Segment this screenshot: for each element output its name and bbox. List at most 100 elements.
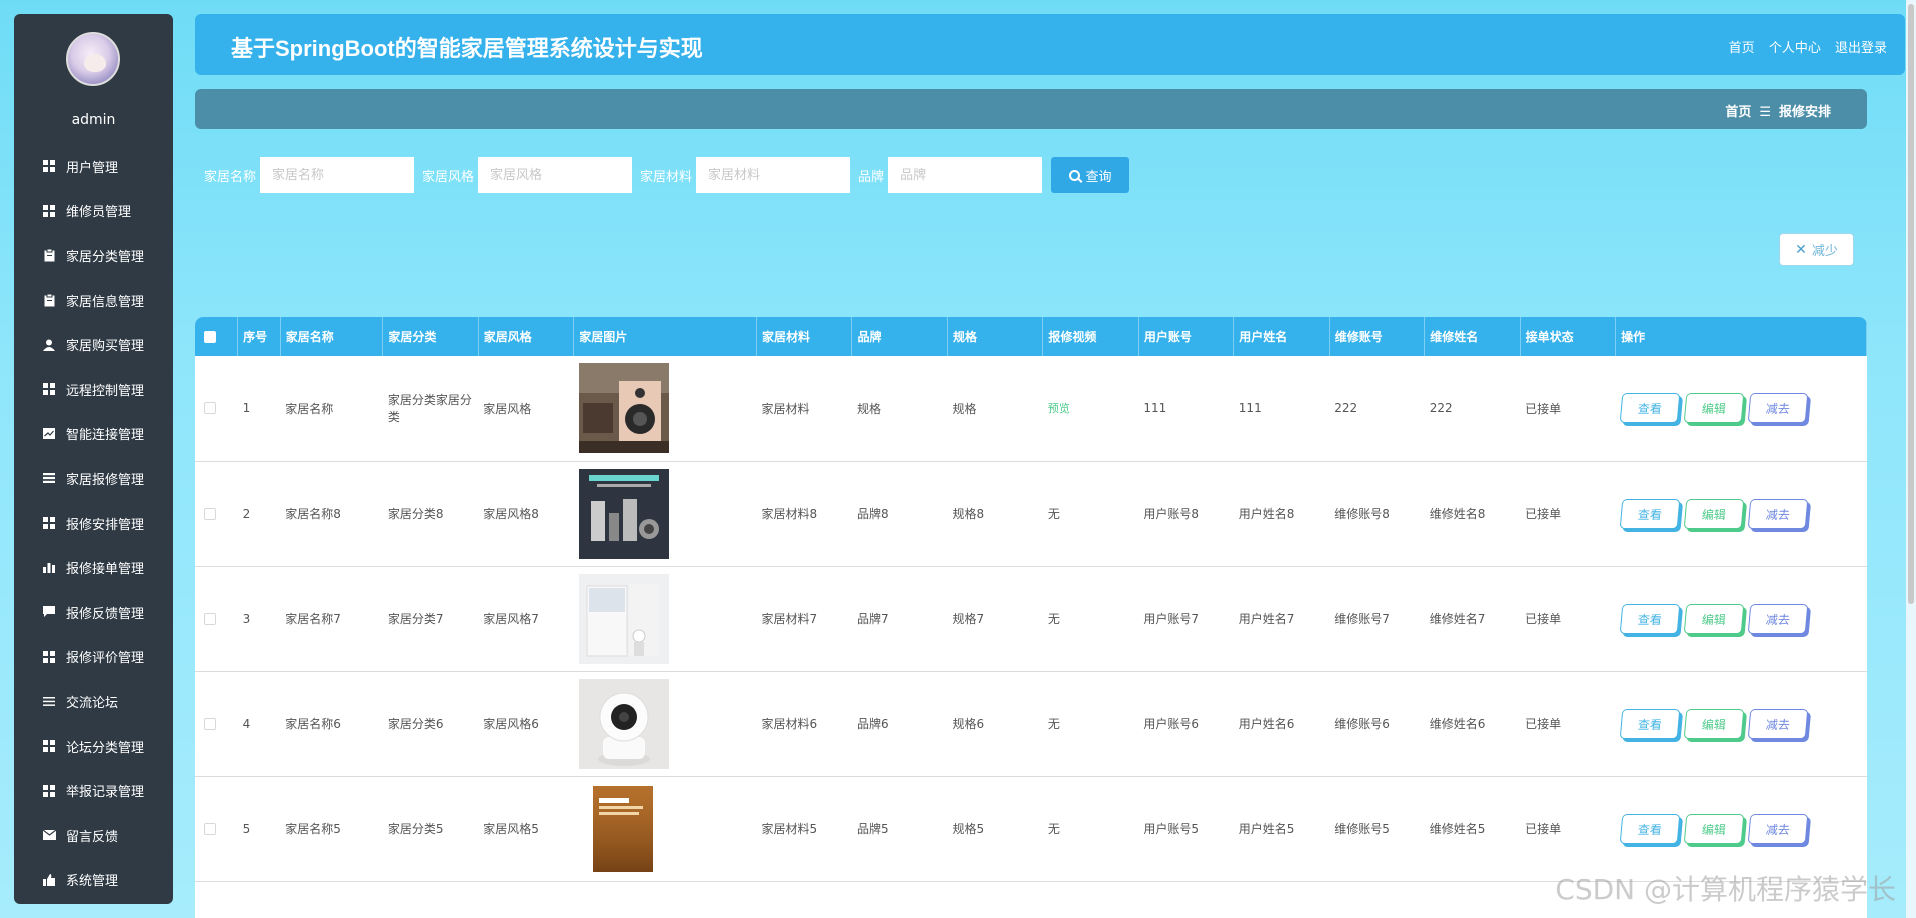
cell-user-name: 用户姓名6: [1238, 717, 1295, 731]
cell-repair-name: 222: [1429, 401, 1453, 416]
view-button[interactable]: 查看: [1619, 813, 1680, 844]
sidebar-item[interactable]: 用户管理: [14, 144, 173, 189]
sidebar-menu: 用户管理 维修员管理家居分类管理 家居信息管理家居购买管理 远程控制管理 智能连接管理家…: [14, 144, 173, 902]
sidebar-item[interactable]: 论坛分类管理: [14, 724, 173, 769]
watermark: CSDN @计算机程序猿学长: [1555, 873, 1896, 906]
delete-button[interactable]: 减去: [1747, 813, 1808, 844]
cell-material: 家居材料: [761, 401, 810, 416]
view-button[interactable]: 查看: [1619, 603, 1680, 634]
sidebar-item[interactable]: 远程控制管理: [14, 367, 173, 412]
sidebar-item[interactable]: 报修接单管理: [14, 545, 173, 590]
sidebar-item[interactable]: 举报记录管理: [14, 768, 173, 813]
close-icon: ✕: [1795, 241, 1807, 258]
cell-material: 家居材料6: [761, 717, 818, 731]
delete-button[interactable]: 减去: [1747, 393, 1808, 424]
search-input-name[interactable]: [260, 157, 415, 193]
cell-no: 1: [242, 401, 251, 416]
cell-video: 无: [1043, 461, 1138, 566]
home-link[interactable]: 首页: [1729, 41, 1755, 56]
item-image[interactable]: [578, 468, 757, 559]
cell-spec: 规格: [952, 401, 977, 416]
row-checkbox[interactable]: [204, 402, 216, 415]
table-row: 1 家居名称 家居分类家居分类 家居风格 家居材料 规格 规格 预览 111 111 222 222 已…: [195, 356, 1867, 461]
sidebar-item[interactable]: 报修安排管理: [14, 501, 173, 546]
sidebar-item-label: 家居分类管理: [66, 249, 145, 265]
edit-button[interactable]: 编辑: [1683, 393, 1744, 424]
avatar[interactable]: [66, 32, 120, 86]
cell-repair-account: 维修账号5: [1334, 822, 1390, 836]
item-image[interactable]: [578, 678, 757, 769]
sidebar-item[interactable]: 维修员管理: [14, 189, 173, 234]
cell-style: 家居风格: [483, 401, 532, 416]
bar-chart-icon: [42, 561, 56, 575]
cell-spec: 规格5: [952, 822, 985, 836]
video-value: 无: [1047, 507, 1060, 521]
edit-button[interactable]: 编辑: [1683, 708, 1744, 739]
cell-material: 家居材料5: [761, 822, 818, 836]
cell-brand: 品牌6: [856, 717, 889, 731]
grid-icon: [42, 784, 56, 798]
search-input-brand[interactable]: [888, 157, 1043, 193]
search-label-brand: 品牌: [858, 169, 885, 185]
scrollbar-thumb[interactable]: [1908, 4, 1914, 604]
cell-status: 已接单: [1525, 717, 1562, 731]
row-checkbox[interactable]: [204, 507, 216, 520]
edit-button[interactable]: 编辑: [1683, 498, 1744, 529]
reduce-button[interactable]: ✕ 减少: [1779, 233, 1854, 266]
video-preview-link[interactable]: 预览: [1048, 402, 1070, 415]
item-image-cell: [574, 356, 757, 461]
message-icon: [42, 828, 56, 842]
search-input-style[interactable]: [478, 157, 633, 193]
delete-button[interactable]: 减去: [1747, 708, 1808, 739]
sidebar-item-label: 家居信息管理: [66, 294, 145, 310]
sidebar-item[interactable]: 报修评价管理: [14, 635, 173, 680]
column-header: 维修姓名: [1424, 317, 1521, 356]
search-input-material[interactable]: [696, 157, 851, 193]
breadcrumb-home[interactable]: 首页: [1725, 105, 1751, 120]
column-header: 家居风格: [478, 317, 575, 356]
cell-brand: 品牌8: [856, 507, 889, 521]
sidebar-item[interactable]: 交流论坛: [14, 679, 173, 724]
sidebar-item[interactable]: 智能连接管理: [14, 412, 173, 457]
logout-link[interactable]: 退出登录: [1835, 41, 1887, 56]
cell-video: 无: [1043, 671, 1138, 776]
cell-brand: 品牌7: [856, 612, 889, 626]
sidebar-item[interactable]: 家居分类管理: [14, 233, 173, 278]
delete-button[interactable]: 减去: [1747, 603, 1808, 634]
sidebar-item[interactable]: 报修反馈管理: [14, 590, 173, 635]
sidebar-item[interactable]: 系统管理: [14, 858, 173, 903]
cell-status: 已接单: [1525, 401, 1562, 416]
column-header: 用户账号: [1138, 317, 1235, 356]
cell-style: 家居风格8: [483, 507, 539, 521]
item-image[interactable]: [578, 363, 757, 454]
cell-no: 2: [242, 506, 251, 521]
search-button[interactable]: 查询: [1051, 157, 1130, 193]
item-image[interactable]: [578, 573, 757, 664]
item-image[interactable]: [578, 783, 757, 874]
row-checkbox[interactable]: [204, 822, 216, 835]
edit-button[interactable]: 编辑: [1683, 813, 1744, 844]
sidebar-item[interactable]: 留言反馈: [14, 813, 173, 858]
cell-spec: 规格8: [952, 507, 985, 521]
grid-icon: [42, 204, 56, 218]
view-button[interactable]: 查看: [1619, 393, 1680, 424]
search-form: 家居名称 家居风格 家居材料 品牌 查询: [204, 157, 1130, 193]
row-checkbox[interactable]: [204, 717, 216, 730]
edit-button[interactable]: 编辑: [1683, 603, 1744, 634]
select-all-checkbox[interactable]: [204, 330, 216, 343]
sidebar-item[interactable]: 家居购买管理: [14, 322, 173, 367]
cell-category: 家居分类8: [387, 507, 444, 521]
cell-user-name: 用户姓名8: [1238, 507, 1295, 521]
page-scrollbar[interactable]: [1906, 0, 1916, 918]
profile-link[interactable]: 个人中心: [1769, 41, 1821, 56]
view-button[interactable]: 查看: [1619, 708, 1680, 739]
cell-brand: 规格: [856, 401, 881, 416]
delete-button[interactable]: 减去: [1747, 498, 1808, 529]
item-image-cell: [574, 671, 757, 776]
sidebar-item[interactable]: 家居信息管理: [14, 278, 173, 323]
view-button[interactable]: 查看: [1619, 498, 1680, 529]
cell-style: 家居风格5: [483, 822, 539, 836]
row-checkbox[interactable]: [204, 612, 216, 625]
grid-icon: [42, 382, 56, 396]
sidebar-item[interactable]: 家居报修管理: [14, 456, 173, 501]
